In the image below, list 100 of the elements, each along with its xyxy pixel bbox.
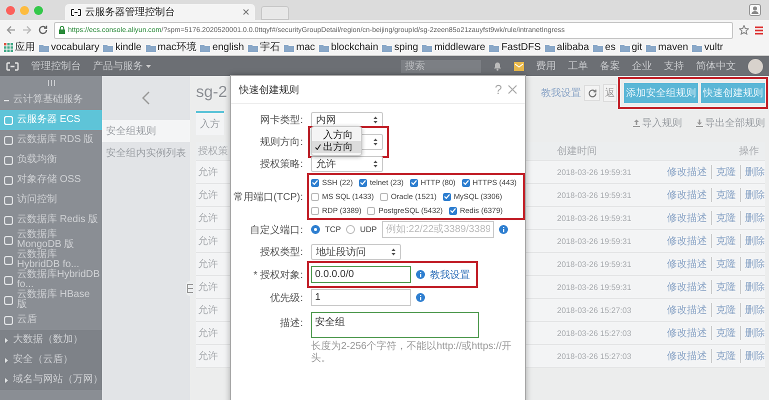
- back-icon[interactable]: [6, 25, 16, 35]
- action-link[interactable]: 克隆: [711, 280, 736, 294]
- action-link[interactable]: 删除: [740, 326, 765, 340]
- subnav-item[interactable]: 安全组内实例列表: [102, 142, 190, 164]
- reload-icon[interactable]: [38, 25, 48, 35]
- export-link[interactable]: 导出全部规则: [696, 116, 765, 130]
- products-menu[interactable]: 产品与服务: [93, 59, 151, 73]
- sidebar-item[interactable]: 云数据库 HybridDB fo...: [0, 250, 102, 270]
- action-link[interactable]: 克隆: [711, 303, 736, 317]
- bookmark[interactable]: sping: [382, 42, 418, 52]
- text-input-field[interactable]: 1: [311, 289, 411, 306]
- radio-label[interactable]: UDP: [360, 225, 377, 234]
- help-button[interactable]: ?: [494, 82, 502, 97]
- subnav-item[interactable]: 安全组规则: [102, 120, 190, 142]
- bookmark[interactable]: middleware: [422, 42, 486, 52]
- checkbox[interactable]: [442, 192, 451, 200]
- close-icon[interactable]: [508, 85, 517, 94]
- action-link[interactable]: 修改描述: [667, 188, 707, 202]
- action-link[interactable]: 修改描述: [667, 165, 707, 179]
- console-logo-icon[interactable]: [6, 62, 19, 70]
- sidebar-item[interactable]: 云数据库 RDS 版: [0, 130, 102, 150]
- action-link[interactable]: 删除: [740, 188, 765, 202]
- help-link[interactable]: 教我设置: [430, 268, 470, 282]
- sidebar-item[interactable]: 负载均衡: [0, 150, 102, 170]
- bookmark[interactable]: maven: [646, 42, 688, 52]
- action-link[interactable]: 删除: [740, 303, 765, 317]
- bookmark[interactable]: mac: [284, 42, 316, 52]
- forward-icon[interactable]: [22, 25, 32, 35]
- nav-link[interactable]: 简体中文: [696, 59, 736, 73]
- action-link[interactable]: 克隆: [711, 188, 736, 202]
- primary-button[interactable]: 快速创建规则: [701, 83, 765, 103]
- action-link[interactable]: 修改描述: [667, 303, 707, 317]
- person-icon[interactable]: [749, 4, 761, 16]
- sidebar-item[interactable]: 安全（云盾）: [0, 350, 102, 370]
- avatar[interactable]: [748, 58, 763, 74]
- sidebar-item[interactable]: 云计算基础服务: [0, 90, 102, 110]
- text-input-field[interactable]: 0.0.0.0/0: [311, 266, 411, 283]
- sidebar-item[interactable]: 对象存储 OSS: [0, 170, 102, 190]
- action-link[interactable]: 修改描述: [667, 326, 707, 340]
- sidebar-item[interactable]: 域名与网站（万网）: [0, 370, 102, 390]
- nav-link[interactable]: 备案: [600, 59, 620, 73]
- radio-label[interactable]: TCP: [325, 225, 341, 234]
- action-link[interactable]: 修改描述: [667, 280, 707, 294]
- checkbox[interactable]: [380, 192, 388, 200]
- apps-bookmark[interactable]: 应用: [4, 42, 35, 52]
- sidebar-item[interactable]: 云数据库 MongoDB 版: [0, 230, 102, 250]
- bookmark[interactable]: english: [200, 42, 244, 52]
- checkbox[interactable]: [311, 206, 319, 214]
- back-button[interactable]: 返: [603, 84, 617, 102]
- help-link[interactable]: 教我设置: [541, 86, 581, 100]
- star-icon[interactable]: [739, 25, 749, 35]
- action-link[interactable]: 克隆: [711, 211, 736, 225]
- sidebar-item[interactable]: 云数据库HybridDB fo...: [0, 270, 102, 290]
- radio-button[interactable]: [311, 225, 320, 234]
- checkbox[interactable]: [462, 178, 470, 186]
- drag-handle-icon[interactable]: [187, 284, 193, 293]
- action-link[interactable]: 克隆: [711, 326, 736, 340]
- action-link[interactable]: 克隆: [711, 257, 736, 271]
- sidebar-item[interactable]: 云数据库 Redis 版: [0, 210, 102, 230]
- import-link[interactable]: 导入规则: [633, 116, 682, 130]
- action-link[interactable]: 修改描述: [667, 257, 707, 271]
- sidebar-item[interactable]: 云数据库 HBase 版: [0, 290, 102, 310]
- bookmark[interactable]: kindle: [103, 42, 142, 52]
- action-link[interactable]: 修改描述: [667, 349, 707, 363]
- dropdown-option[interactable]: 入方向: [312, 129, 361, 141]
- nav-link[interactable]: 企业: [632, 59, 652, 73]
- nav-link[interactable]: 工单: [568, 59, 588, 73]
- back-icon[interactable]: [142, 91, 150, 105]
- action-link[interactable]: 克隆: [711, 165, 736, 179]
- bookmark[interactable]: blockchain: [319, 42, 378, 52]
- action-link[interactable]: 克隆: [711, 349, 736, 363]
- action-link[interactable]: 修改描述: [667, 211, 707, 225]
- action-link[interactable]: 删除: [740, 165, 765, 179]
- radio-button[interactable]: [346, 225, 355, 234]
- checkbox[interactable]: [311, 192, 319, 200]
- console-home-link[interactable]: 管理控制台: [31, 59, 81, 73]
- sidebar-item[interactable]: 大数据（数加）: [0, 330, 102, 350]
- close-button[interactable]: [6, 6, 15, 14]
- sidebar-item[interactable]: 云盾: [0, 310, 102, 330]
- collapse-bars-icon[interactable]: [48, 80, 54, 86]
- action-link[interactable]: 删除: [740, 280, 765, 294]
- bookmark[interactable]: git: [620, 42, 642, 52]
- bookmark[interactable]: mac环境: [146, 42, 196, 52]
- select-field[interactable]: 允许: [311, 156, 383, 172]
- close-icon[interactable]: [243, 9, 249, 15]
- description-field[interactable]: 安全组: [311, 312, 479, 338]
- checkbox[interactable]: [410, 178, 418, 186]
- search-field[interactable]: 搜索: [401, 60, 481, 72]
- select-field[interactable]: 地址段访问: [311, 244, 401, 260]
- checkbox[interactable]: [367, 206, 376, 214]
- bell-icon[interactable]: [493, 61, 502, 71]
- nav-link[interactable]: 费用: [536, 59, 556, 73]
- message-icon[interactable]: [514, 62, 524, 70]
- checkbox[interactable]: [358, 178, 367, 186]
- dropdown-option[interactable]: 出方向: [312, 141, 361, 153]
- bookmark[interactable]: alibaba: [544, 42, 590, 52]
- nav-link[interactable]: 支持: [664, 59, 684, 73]
- bookmark[interactable]: FastDFS: [489, 42, 541, 52]
- sidebar-item[interactable]: 访问控制: [0, 190, 102, 210]
- menu-icon[interactable]: [755, 26, 763, 34]
